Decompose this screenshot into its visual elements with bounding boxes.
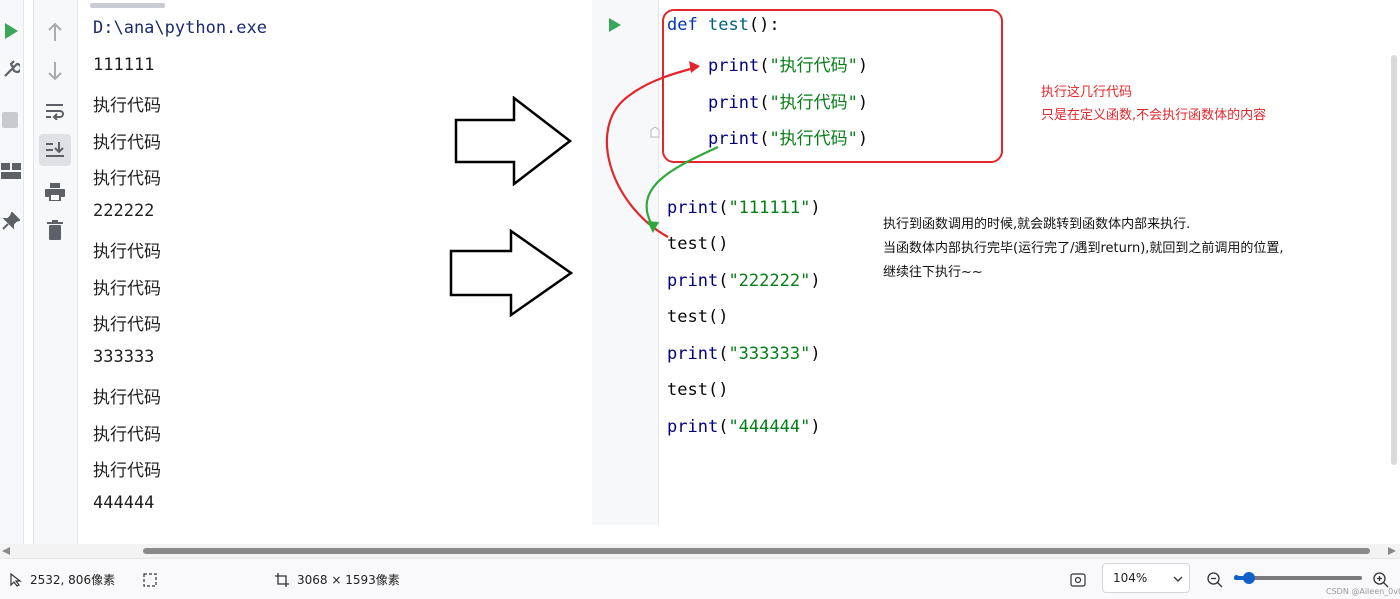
zoom-out-button[interactable]: [1207, 559, 1223, 599]
stop-icon[interactable]: [0, 110, 20, 130]
play-icon[interactable]: [0, 20, 22, 42]
scroll-to-end-icon[interactable]: [39, 134, 71, 166]
status-bar: 2532, 806像素 3068 × 1593像素 104%: [0, 558, 1400, 599]
wrench-icon[interactable]: [0, 58, 22, 80]
top-scroll-indicator: [90, 3, 165, 8]
console-line: 执行代码: [93, 315, 161, 335]
run-gutter-icon[interactable]: [606, 16, 624, 34]
string-literal: "111111": [728, 198, 811, 218]
arrow-up-icon[interactable]: [43, 20, 67, 44]
zoom-slider-start: [1234, 575, 1239, 580]
crop-icon: [275, 572, 289, 587]
image-size: 3068 × 1593像素: [275, 559, 400, 599]
fit-screen-icon[interactable]: [1070, 559, 1086, 599]
image-size-text: 3068 × 1593像素: [297, 573, 400, 587]
code-line-call: test(): [667, 380, 729, 400]
test-call: test: [667, 380, 708, 400]
code-line-print: print("444444"): [667, 417, 821, 437]
scroll-left-icon[interactable]: [2, 547, 10, 555]
zoom-value: 104%: [1113, 571, 1148, 585]
code-line-call: test(): [667, 307, 729, 327]
cursor-position-text: 2532, 806像素: [30, 573, 116, 587]
console-line: 222222: [93, 201, 155, 221]
string-literal: "333333": [728, 344, 811, 364]
annotation-black-line: 当函数体内部执行完毕(运行完了/遇到return),就回到之前调用的位置,: [883, 241, 1284, 256]
cursor-position: 2532, 806像素: [10, 559, 115, 599]
print-call: print: [667, 271, 719, 291]
layout-icon[interactable]: [0, 160, 22, 182]
arrow-down-icon[interactable]: [43, 59, 67, 83]
console-line: 执行代码: [93, 425, 161, 445]
chevron-down-icon: [1173, 576, 1183, 582]
selection-icon[interactable]: [143, 559, 157, 599]
zoom-slider-knob[interactable]: [1243, 572, 1255, 584]
annotation-red-line: 执行这几行代码: [1041, 85, 1133, 100]
zoom-out-icon: [1207, 571, 1223, 587]
scroll-right-icon[interactable]: [1388, 547, 1396, 555]
console-line: 执行代码: [93, 169, 161, 189]
zoom-in-icon: [1373, 571, 1389, 587]
console-line: 执行代码: [93, 96, 161, 116]
horizontal-scrollbar[interactable]: [0, 544, 1400, 558]
print-call: print: [667, 417, 719, 437]
code-line-print: print("333333"): [667, 344, 821, 364]
pin-icon[interactable]: [0, 210, 22, 232]
console-line: 执行代码: [93, 242, 161, 262]
console-line: 333333: [93, 347, 155, 367]
annotation-black-line: 执行到函数调用的时候,就会跳转到函数体内部来执行.: [883, 217, 1191, 232]
right-arrow-shape: [449, 229, 574, 318]
test-call: test: [667, 307, 708, 327]
string-literal: "444444": [728, 417, 811, 437]
trash-icon[interactable]: [43, 218, 67, 242]
console-line: 执行代码: [93, 388, 161, 408]
zoom-select[interactable]: 104%: [1102, 563, 1190, 593]
annotation-red-line: 只是在定义函数,不会执行函数体的内容: [1041, 108, 1267, 123]
code-line-print: print("222222"): [667, 271, 821, 291]
watermark: CSDN @Aileen_0v0: [1326, 587, 1400, 596]
soft-wrap-icon[interactable]: [43, 99, 67, 123]
console-line: 执行代码: [93, 133, 161, 153]
console-line: 111111: [93, 55, 155, 75]
vertical-scrollbar[interactable]: [1391, 55, 1397, 465]
run-tool-rail: [0, 0, 24, 545]
string-literal: "222222": [728, 271, 811, 291]
right-arrow-shape: [454, 96, 573, 186]
scroll-thumb[interactable]: [143, 548, 1370, 554]
annotation-black-line: 继续往下执行~~: [883, 265, 983, 280]
print-call: print: [667, 344, 719, 364]
print-icon[interactable]: [43, 180, 67, 204]
console-line: 执行代码: [93, 279, 161, 299]
screenshot-root: { "console": { "path": "D:\\ana\\python.…: [0, 0, 1400, 599]
jump-arrows: [605, 61, 719, 238]
console-line: 执行代码: [93, 461, 161, 481]
console-line: 444444: [93, 493, 155, 513]
pointer-icon: [10, 572, 22, 587]
console-path: D:\ana\python.exe: [93, 18, 267, 38]
